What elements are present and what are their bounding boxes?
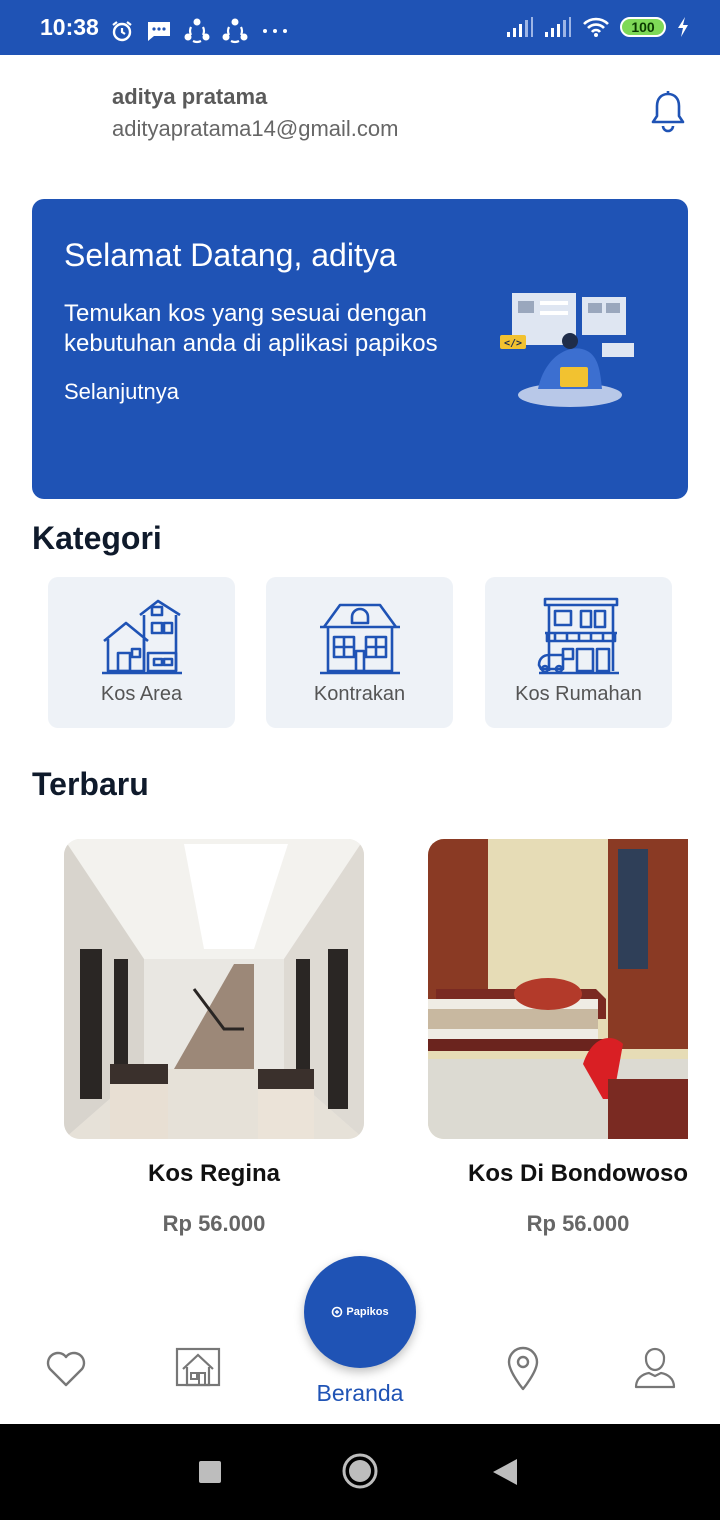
status-bar: 10:38 100 — [0, 0, 720, 55]
nav-label-beranda[interactable]: Beranda — [280, 1380, 440, 1407]
home-fab-button[interactable]: Papikos — [304, 1256, 416, 1368]
categories-title: Kategori — [32, 520, 162, 556]
banner-text: Temukan kos yang sesuai dengan kebutuhan… — [64, 300, 438, 357]
heart-icon[interactable] — [43, 1345, 89, 1391]
message-icon — [148, 22, 170, 41]
back-icon[interactable] — [493, 1459, 517, 1485]
listing-name[interactable]: Kos Regina — [64, 1160, 364, 1188]
user-name: aditya pratama — [112, 84, 268, 109]
sync-icon — [184, 18, 210, 44]
bedroom-photo — [428, 839, 688, 1139]
papikos-logo-icon — [332, 1306, 343, 1318]
sync-icon — [222, 18, 248, 44]
listing-photo-kos-di-bondowoso[interactable] — [428, 839, 688, 1139]
houses-icon — [101, 599, 182, 675]
category-label: Kontrakan — [313, 683, 406, 705]
listing-photo-kos-regina[interactable] — [64, 839, 364, 1139]
home-icon[interactable] — [341, 1452, 379, 1490]
code-tag-label: </> — [504, 338, 522, 349]
corridor-photo — [64, 839, 364, 1139]
category-kos-area[interactable]: Kos Area — [48, 577, 235, 728]
status-time: 10:38 — [40, 14, 99, 40]
signal-icon — [545, 17, 571, 37]
building-icon — [537, 597, 619, 675]
battery-icon: 100 — [620, 17, 666, 37]
papikos-logo-text: Papikos — [346, 1306, 389, 1318]
listing-price: Rp 56.000 — [162, 1211, 266, 1236]
house-icon[interactable] — [175, 1345, 221, 1391]
recent-apps-icon[interactable] — [199, 1461, 221, 1483]
latest-title: Terbaru — [32, 766, 149, 802]
category-kos-rumahan[interactable]: Kos Rumahan — [485, 577, 672, 728]
welcome-banner[interactable]: Selamat Datang, aditya Temukan kos yang … — [32, 199, 688, 499]
listing-name[interactable]: Kos Di Bondowoso — [428, 1160, 720, 1188]
alarm-icon — [112, 21, 132, 42]
status-icons-right: 100 — [506, 16, 690, 38]
category-kontrakan[interactable]: Kontrakan — [266, 577, 453, 728]
user-email: adityapratama14@gmail.com — [112, 116, 399, 141]
listing-price: Rp 56.000 — [526, 1211, 630, 1236]
location-pin-icon[interactable] — [500, 1345, 546, 1391]
banner-title: Selamat Datang, aditya — [64, 237, 397, 273]
wifi-icon — [583, 17, 609, 37]
house-icon — [319, 603, 400, 675]
system-navigation-bar — [0, 1424, 720, 1520]
bell-icon[interactable] — [650, 90, 686, 134]
more-dots-icon — [263, 29, 287, 33]
status-icons-left — [110, 18, 290, 44]
banner-next-link[interactable]: Selanjutnya — [64, 379, 179, 405]
developer-illustration-icon: </> — [500, 293, 634, 407]
category-label: Kos Rumahan — [515, 683, 642, 705]
category-label: Kos Area — [100, 683, 183, 705]
profile-icon[interactable] — [632, 1345, 678, 1391]
charging-icon — [678, 17, 688, 37]
signal-icon — [507, 17, 533, 37]
